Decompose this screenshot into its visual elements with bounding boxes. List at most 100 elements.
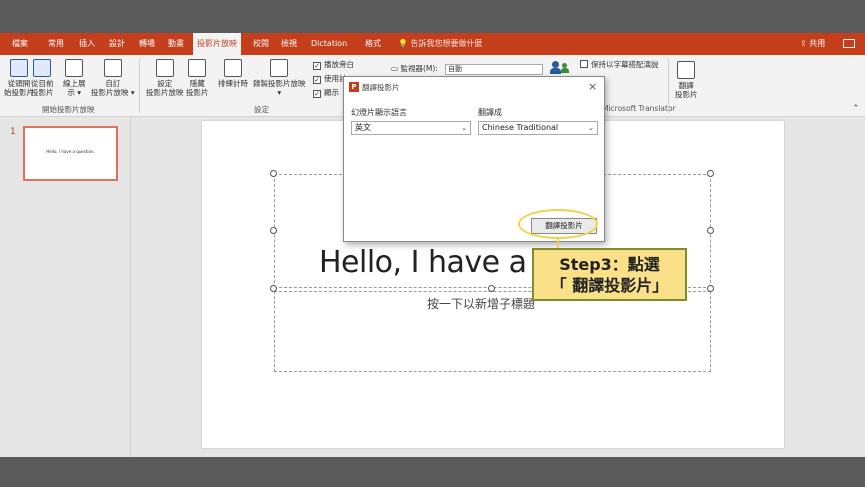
monitor-select[interactable]: 自動 <box>445 64 543 75</box>
tab-home[interactable]: 常用 <box>48 33 64 55</box>
collapse-ribbon-icon[interactable]: ⌃ <box>852 104 860 114</box>
custom-show-button[interactable]: 自訂 投影片放映 ▾ <box>91 59 135 97</box>
checkbox-checked-icon: ✓ <box>313 76 321 84</box>
present-online-line1: 線上展 <box>63 79 86 88</box>
custom-show-line2: 投影片放映 ▾ <box>91 88 135 97</box>
from-beginning-line1: 從頭開 <box>7 79 31 88</box>
setup-line1: 設定 <box>157 79 173 88</box>
checkbox-checked-icon: ✓ <box>313 62 321 70</box>
hide-slide-line1: 隱藏 <box>189 79 205 88</box>
setup-show-button[interactable]: 設定 投影片放映 <box>146 59 184 97</box>
target-language-select[interactable]: Chinese Traditional ⌄ <box>478 121 598 135</box>
play-from-current-icon <box>33 59 52 77</box>
tab-slideshow[interactable]: 投影片放映 <box>193 33 241 55</box>
tab-insert[interactable]: 插入 <box>79 33 95 55</box>
tab-transitions[interactable]: 轉場 <box>139 33 155 55</box>
tell-me-text: 告訴我您想要做什麼 <box>410 39 483 48</box>
tab-review[interactable]: 校閱 <box>253 33 269 55</box>
present-online-line2: 示 ▾ <box>67 88 82 97</box>
record-label: 錄製投影片放映 <box>253 79 306 88</box>
record-show-button[interactable]: 錄製投影片放映 ▾ <box>253 59 306 97</box>
monitor-label: ▭ 監視器(M): <box>391 63 438 74</box>
custom-show-icon <box>103 59 122 77</box>
show-media-checkbox[interactable]: ✓ 顯示 <box>313 88 339 98</box>
tab-design[interactable]: 設計 <box>109 33 125 55</box>
from-current-button[interactable]: 從目前 投影片 <box>31 59 54 97</box>
rehearse-timings-button[interactable]: 排練計時 <box>218 59 248 88</box>
resize-handle[interactable] <box>270 285 277 292</box>
resize-handle[interactable] <box>707 285 714 292</box>
slide-number: 1 <box>10 127 16 137</box>
from-beginning-button[interactable]: 從頭開 始投影片 <box>4 59 34 97</box>
callout-connector <box>557 238 559 248</box>
resize-handle[interactable] <box>707 170 714 177</box>
custom-show-line1: 自訂 <box>105 79 121 88</box>
tab-view[interactable]: 檢視 <box>281 33 297 55</box>
chevron-down-icon: ⌄ <box>588 124 594 132</box>
resize-handle[interactable] <box>707 227 714 234</box>
highlight-ring <box>518 209 598 239</box>
close-icon[interactable]: × <box>588 80 597 93</box>
translate-icon <box>677 61 696 79</box>
slide-thumbnail[interactable]: Hello, I have a question. <box>23 126 118 181</box>
from-current-line1: 從目前 <box>31 79 54 88</box>
play-narrations-label: 播放旁白 <box>324 60 354 69</box>
ribbon-tab-bar: 檔案 常用 插入 設計 轉場 動畫 投影片放映 校閱 檢視 Dictation … <box>0 33 865 55</box>
play-narrations-checkbox[interactable]: ✓ 播放旁白 <box>313 60 354 70</box>
group-separator <box>668 59 669 113</box>
source-language-select[interactable]: 英文 ⌄ <box>351 121 471 135</box>
group-separator <box>139 59 140 113</box>
present-online-button[interactable]: 線上展 示 ▾ <box>63 59 86 97</box>
tab-format[interactable]: 格式 <box>365 33 381 55</box>
resize-handle[interactable] <box>270 227 277 234</box>
translate-slides-ribbon-button[interactable]: 翻譯 投影片 <box>675 61 698 99</box>
callout-line2: 「 翻譯投影片」 <box>550 276 669 295</box>
tab-file[interactable]: 檔案 <box>12 33 28 55</box>
callout-line1: Step3：點選 <box>559 255 660 274</box>
powerpoint-icon: P <box>349 82 359 92</box>
thumbnail-text: Hello, I have a question. <box>46 149 95 154</box>
hide-slide-line2: 投影片 <box>186 88 209 97</box>
tab-dictation[interactable]: Dictation <box>311 33 347 55</box>
monitor-value: 自動 <box>448 65 462 73</box>
from-beginning-line2: 始投影片 <box>4 88 34 97</box>
target-language-value: Chinese Traditional <box>482 123 559 132</box>
target-language-label: 翻譯成 <box>478 108 502 117</box>
keep-subtitles-label: 保持以字幕搭配演說 <box>591 60 659 69</box>
show-media-label: 顯示 <box>324 88 339 97</box>
dialog-title: 翻譯投影片 <box>362 83 400 92</box>
presenter-view-icon[interactable] <box>550 61 572 75</box>
checkbox-checked-icon: ✓ <box>313 90 321 98</box>
record-dropdown-arrow: ▾ <box>277 88 282 97</box>
use-timings-checkbox[interactable]: ✓ 使用計 <box>313 74 347 84</box>
group-label-setup: 設定 <box>254 105 269 114</box>
present-online-icon <box>65 59 84 77</box>
tab-animations[interactable]: 動畫 <box>168 33 184 55</box>
share-label: 共用 <box>809 39 826 48</box>
translate-line1: 翻譯 <box>678 81 694 90</box>
rehearse-label: 排練計時 <box>218 79 248 88</box>
play-from-start-icon <box>10 59 28 77</box>
status-bar <box>0 457 865 487</box>
checkbox-unchecked-icon <box>580 60 588 68</box>
group-label-start: 開始投影片放映 <box>42 105 95 114</box>
resize-handle[interactable] <box>488 285 495 292</box>
share-icon: ⇪ <box>800 39 807 48</box>
tell-me-box[interactable]: 💡 告訴我您想要做什麼 <box>398 33 483 55</box>
hide-slide-button[interactable]: 隱藏 投影片 <box>186 59 209 97</box>
share-button[interactable]: ⇪ 共用 <box>800 33 825 55</box>
keep-subtitles-checkbox[interactable]: 保持以字幕搭配演說 <box>580 60 659 70</box>
window-top-strip <box>0 0 865 33</box>
stopwatch-icon <box>224 59 242 77</box>
hide-slide-icon <box>188 59 207 77</box>
comments-icon[interactable] <box>843 39 855 48</box>
resize-handle[interactable] <box>270 170 277 177</box>
translate-line2: 投影片 <box>675 90 698 99</box>
source-language-value: 英文 <box>355 123 371 132</box>
setup-show-icon <box>155 59 174 77</box>
slide-subtitle: 按一下以新增子標題 <box>427 297 536 311</box>
monitor-icon: ▭ <box>391 64 399 73</box>
monitor-label-text: 監視器(M): <box>400 64 438 73</box>
setup-line2: 投影片放映 <box>146 88 184 97</box>
record-icon <box>270 59 289 77</box>
